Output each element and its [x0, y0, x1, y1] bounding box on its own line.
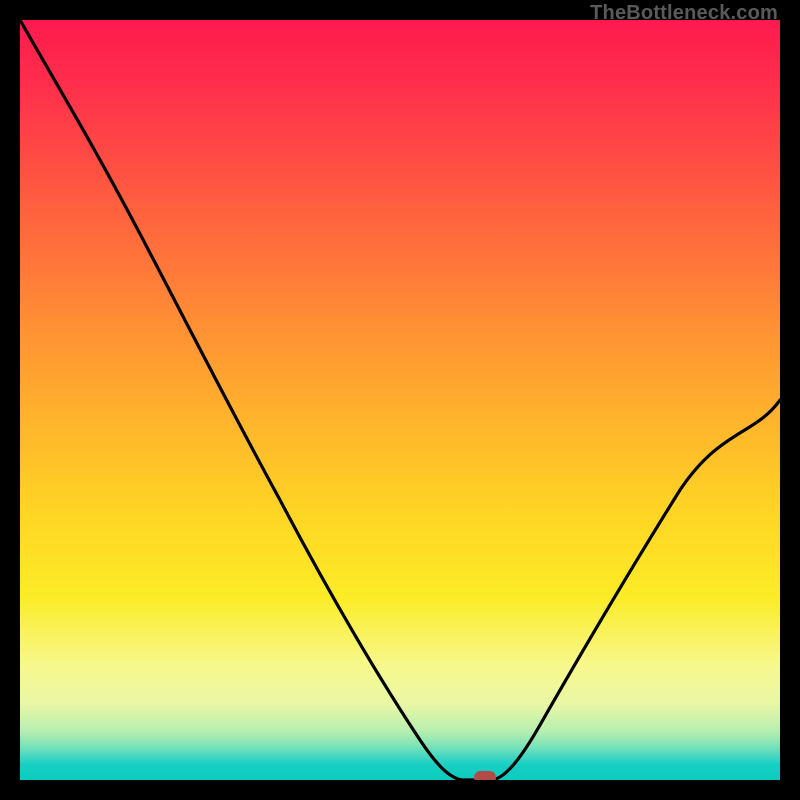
optimal-point-marker — [474, 771, 496, 780]
bottleneck-curve-path — [20, 20, 780, 780]
plot-area — [20, 20, 780, 780]
curve-svg — [20, 20, 780, 780]
chart-frame: TheBottleneck.com — [0, 0, 800, 800]
